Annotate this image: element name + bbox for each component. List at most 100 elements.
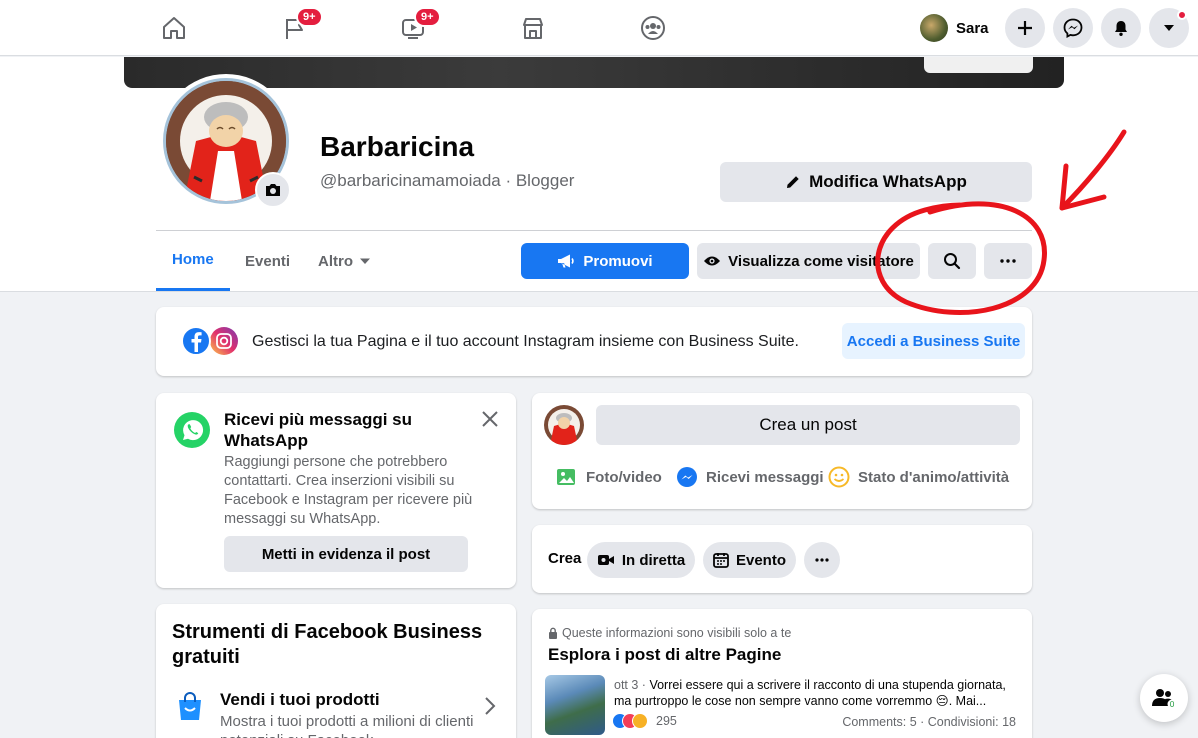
marketplace-icon[interactable] [516, 12, 550, 44]
create-label: Crea [548, 550, 582, 567]
megaphone-icon [558, 254, 575, 268]
post-date: ott 3 · [614, 678, 646, 692]
tab-eventi-label: Eventi [245, 252, 291, 270]
photo-icon [557, 469, 575, 485]
composer-avatar [544, 405, 584, 445]
lock-icon [549, 627, 557, 639]
boost-post-label: Metti in evidenza il post [261, 545, 431, 563]
plus-icon [1018, 21, 1032, 35]
promote-button[interactable]: Promuovi [521, 243, 689, 279]
tab-home[interactable]: Home [156, 231, 230, 291]
post-text: Vorrei essere qui a scrivere il racconto… [614, 678, 1006, 708]
chevron-right-icon[interactable] [484, 696, 496, 716]
photo-video-button[interactable]: Foto/video [556, 461, 662, 493]
smiley-icon [828, 466, 850, 488]
edit-whatsapp-button[interactable]: Modifica WhatsApp [720, 162, 1032, 202]
live-label: In diretta [621, 551, 686, 569]
page-handle: @barbaricinamamoiada · Blogger [320, 171, 575, 190]
business-suite-text: Gestisci la tua Pagina e il tuo account … [252, 333, 799, 350]
tab-home-label: Home [172, 251, 214, 268]
notification-dot [1177, 10, 1187, 20]
pencil-icon [787, 176, 799, 188]
tab-eventi[interactable]: Eventi [229, 231, 306, 291]
ellipsis-icon [1000, 259, 1016, 263]
post-preview[interactable]: ott 3 · Vorrei essere qui a scrivere il … [614, 677, 1024, 709]
reaction-count: 295 [656, 714, 677, 728]
notifications-button[interactable] [1101, 8, 1141, 48]
privacy-note-text: Queste informazioni sono visibili solo a… [562, 626, 792, 640]
sell-products-title[interactable]: Vendi i tuoi prodotti [220, 690, 380, 710]
groups-icon[interactable] [636, 12, 670, 44]
video-camera-icon [597, 555, 614, 565]
page-title: Barbaricina [320, 131, 475, 162]
care-reaction-icon [632, 713, 648, 729]
close-icon[interactable] [481, 410, 499, 428]
tab-altro-label: Altro [318, 252, 353, 270]
float-badge: 0 [1169, 700, 1174, 709]
more-options-button[interactable] [984, 243, 1032, 279]
create-bar: Crea In diretta Evento [532, 525, 1032, 593]
business-tools-title: Strumenti di Facebook Business gratuiti [172, 621, 483, 668]
create-post-label: Crea un post [759, 415, 857, 434]
create-button[interactable] [1005, 8, 1045, 48]
view-as-visitor-label: Visualizza come visitatore [728, 252, 914, 270]
view-as-visitor-button[interactable]: Visualizza come visitatore [697, 243, 920, 279]
facebook-instagram-icon [181, 326, 238, 356]
watch-badge: 9+ [414, 7, 441, 27]
whatsapp-card-title: Ricevi più messaggi su WhatsApp [224, 410, 413, 450]
avatar [920, 14, 948, 42]
top-navigation: 9+ 9+ Sara [0, 0, 1198, 56]
user-name: Sara [956, 19, 989, 37]
eye-icon [704, 256, 721, 266]
create-post-button[interactable]: Crea un post [596, 405, 1020, 445]
privacy-note: Queste informazioni sono visibili solo a… [548, 626, 791, 640]
cover-photo [124, 57, 1064, 88]
bell-icon [1115, 21, 1127, 36]
messenger-button[interactable] [1053, 8, 1093, 48]
flag-icon[interactable]: 9+ [278, 7, 323, 44]
business-suite-banner: Gestisci la tua Pagina e il tuo account … [156, 307, 1032, 376]
event-label: Evento [735, 551, 786, 569]
new-contacts-button[interactable]: 0 [1140, 674, 1188, 722]
explore-title: Esplora i post di altre Pagine [548, 645, 782, 664]
event-button[interactable]: Evento [703, 542, 796, 578]
edit-cover-button[interactable] [924, 57, 1033, 73]
post-thumbnail[interactable] [545, 675, 605, 735]
camera-icon [266, 184, 280, 196]
edit-whatsapp-label: Modifica WhatsApp [809, 172, 967, 191]
comment-share-counts[interactable]: Comments: 5 · Condivisioni: 18 [842, 715, 1016, 729]
explore-pages-card: Queste informazioni sono visibili solo a… [532, 609, 1032, 738]
profile-chip[interactable]: Sara [916, 10, 997, 46]
search-button[interactable] [928, 243, 976, 279]
pages-badge: 9+ [296, 7, 323, 27]
tab-altro[interactable]: Altro [302, 231, 387, 291]
caret-down-icon [1164, 25, 1174, 31]
caret-down-icon [360, 258, 370, 264]
business-suite-button[interactable]: Accedi a Business Suite [842, 323, 1025, 359]
whatsapp-card-description: Raggiungi persone che potrebbero contatt… [224, 454, 473, 527]
camera-button[interactable] [255, 172, 291, 208]
photo-video-label: Foto/video [586, 468, 662, 486]
more-create-button[interactable] [804, 542, 840, 578]
shopping-bag-icon [179, 692, 201, 720]
promote-label: Promuovi [583, 252, 653, 270]
watch-icon[interactable]: 9+ [396, 7, 441, 44]
sell-products-description: Mostra i tuoi prodotti a milioni di clie… [220, 713, 474, 738]
home-icon[interactable] [157, 12, 191, 44]
post-composer: Crea un post Foto/video Ricevi messaggi … [532, 393, 1032, 509]
business-suite-button-label: Accedi a Business Suite [846, 332, 1021, 350]
search-icon [944, 253, 961, 270]
get-messages-label: Ricevi messaggi [706, 468, 824, 486]
feeling-activity-button[interactable]: Stato d'animo/attività [828, 461, 1009, 493]
boost-post-button[interactable]: Metti in evidenza il post [224, 536, 468, 572]
whatsapp-icon [174, 412, 210, 448]
get-messages-button[interactable]: Ricevi messaggi [676, 461, 824, 493]
account-menu-button[interactable] [1149, 8, 1189, 48]
messenger-icon [1063, 18, 1083, 38]
reactions[interactable]: 295 [612, 713, 677, 729]
calendar-icon [713, 553, 729, 568]
whatsapp-card: Ricevi più messaggi su WhatsApp Raggiung… [156, 393, 516, 588]
feeling-activity-label: Stato d'animo/attività [858, 468, 1010, 486]
ellipsis-icon [815, 558, 829, 562]
live-button[interactable]: In diretta [587, 542, 695, 578]
